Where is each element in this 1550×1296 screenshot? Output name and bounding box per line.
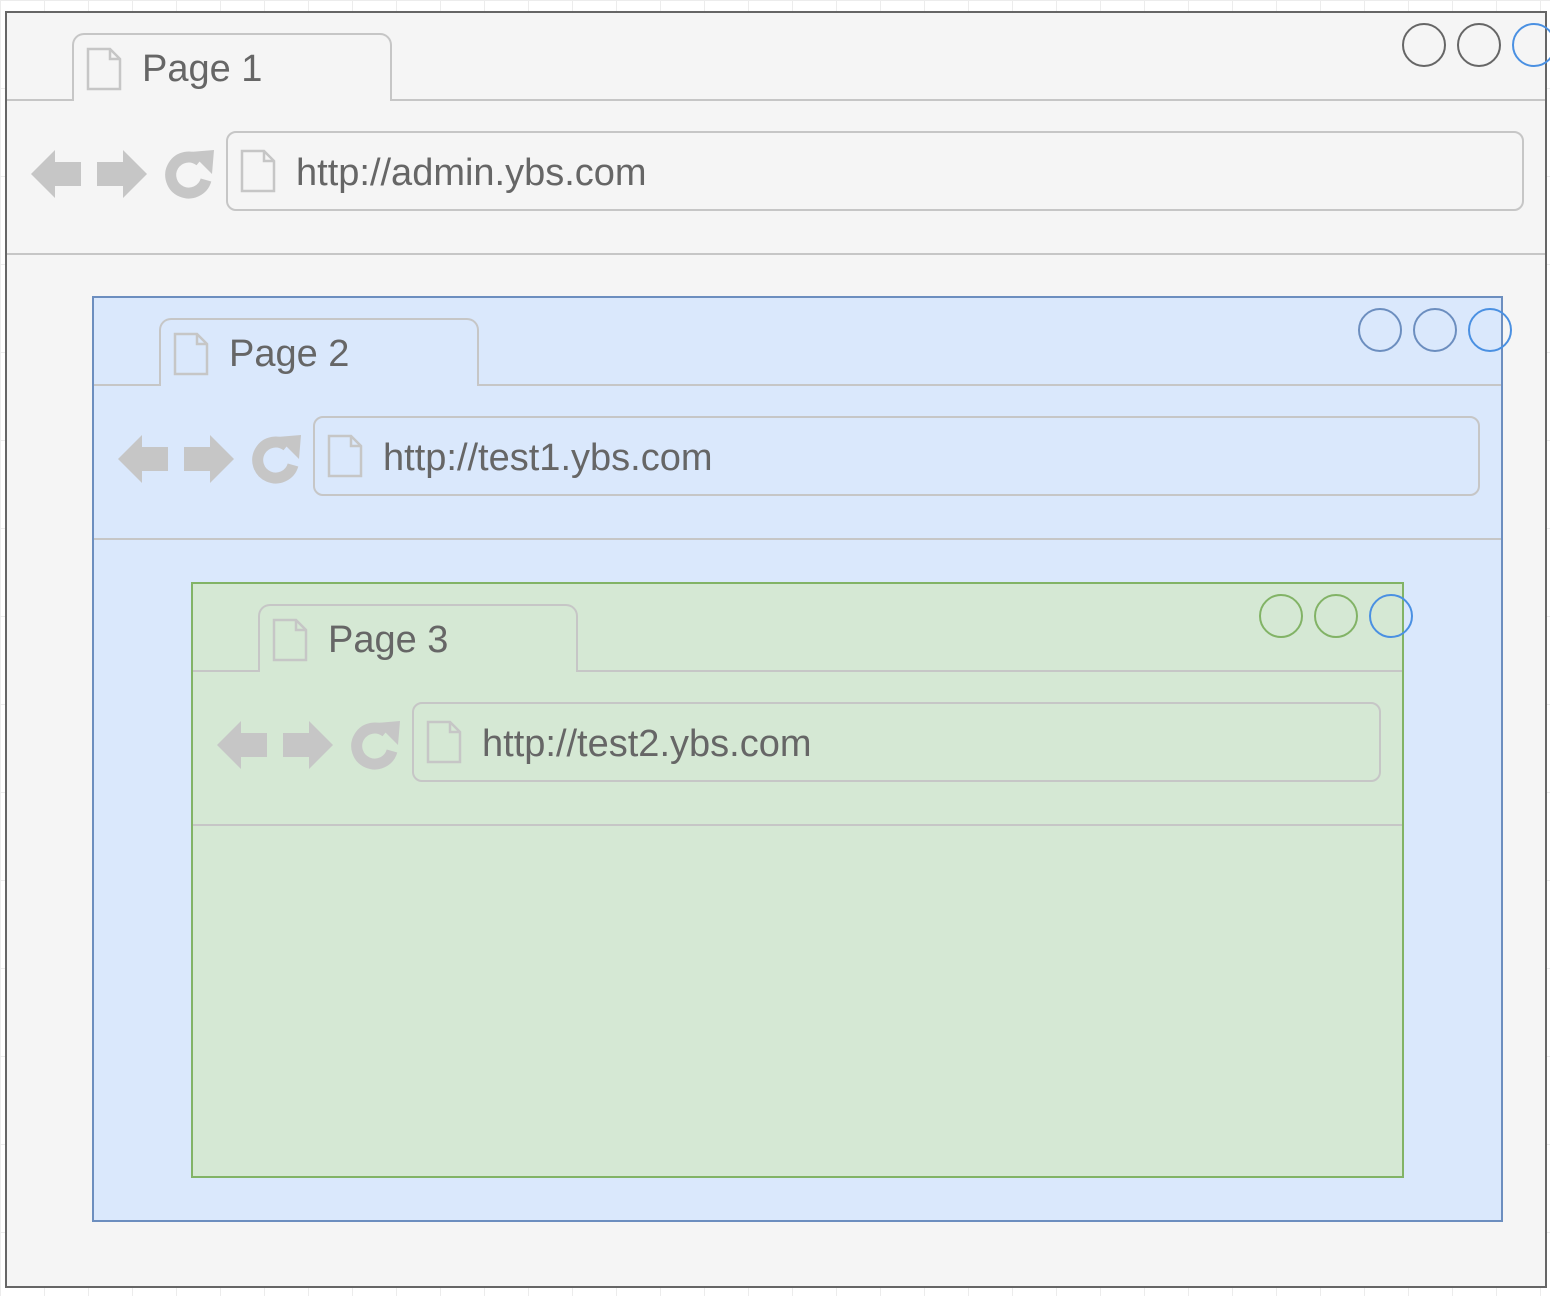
page-icon — [272, 618, 308, 662]
toolbar-divider — [193, 824, 1402, 826]
page-icon — [240, 149, 276, 193]
window-control-circle-2[interactable] — [1457, 23, 1501, 67]
browser-window-inner: Page 3 http://test2.ybs.com — [191, 582, 1413, 1178]
window-control-circle-2[interactable] — [1413, 308, 1457, 352]
back-arrow-icon[interactable] — [215, 717, 269, 773]
forward-arrow-icon[interactable] — [95, 146, 149, 202]
tab-page-2[interactable]: Page 2 — [159, 318, 479, 386]
window-control-circle-2[interactable] — [1314, 594, 1358, 638]
address-bar[interactable]: http://test2.ybs.com — [412, 702, 1381, 782]
reload-icon[interactable] — [162, 146, 216, 202]
back-arrow-icon[interactable] — [116, 431, 170, 487]
reload-icon[interactable] — [348, 717, 402, 773]
tab-label: Page 3 — [328, 619, 449, 661]
tab-page-3[interactable]: Page 3 — [258, 604, 578, 672]
page-icon — [426, 720, 462, 764]
url-text: http://test1.ybs.com — [383, 437, 713, 479]
forward-arrow-icon[interactable] — [281, 717, 335, 773]
tab-page-1[interactable]: Page 1 — [72, 33, 392, 101]
url-text: http://admin.ybs.com — [296, 152, 647, 194]
window-control-circle-3[interactable] — [1369, 594, 1413, 638]
url-text: http://test2.ybs.com — [482, 723, 812, 765]
tab-label: Page 1 — [142, 48, 263, 90]
page-icon — [86, 47, 122, 91]
window-control-circle-3[interactable] — [1468, 308, 1512, 352]
reload-icon[interactable] — [249, 431, 303, 487]
window-control-circle-1[interactable] — [1358, 308, 1402, 352]
window-control-circle-1[interactable] — [1259, 594, 1303, 638]
toolbar-divider — [7, 253, 1545, 255]
window-control-circle-3[interactable] — [1512, 23, 1550, 67]
page-icon — [173, 332, 209, 376]
back-arrow-icon[interactable] — [29, 146, 83, 202]
forward-arrow-icon[interactable] — [182, 431, 236, 487]
toolbar-divider — [94, 538, 1501, 540]
tab-label: Page 2 — [229, 333, 350, 375]
window-control-circle-1[interactable] — [1402, 23, 1446, 67]
address-bar[interactable]: http://admin.ybs.com — [226, 131, 1524, 211]
address-bar[interactable]: http://test1.ybs.com — [313, 416, 1480, 496]
page-icon — [327, 434, 363, 478]
